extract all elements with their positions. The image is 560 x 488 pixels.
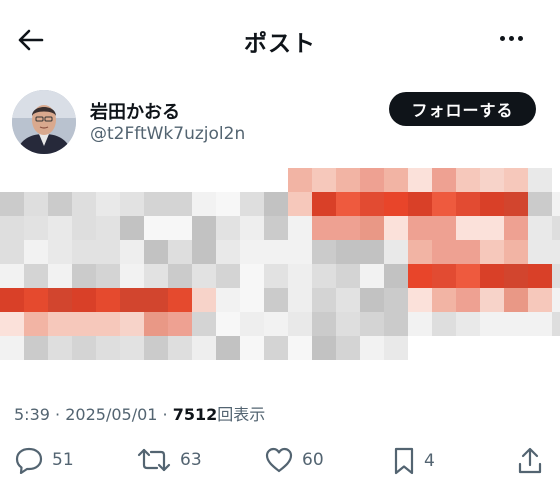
separator: · — [162, 405, 168, 424]
retweet-icon — [137, 448, 171, 472]
bookmark-count: 4 — [424, 451, 435, 471]
more-horizontal-icon — [518, 36, 523, 41]
retweet-button[interactable]: 63 — [136, 446, 202, 474]
post-date[interactable]: 2025/05/01 — [65, 405, 157, 424]
action-bar: 51 63 60 4 — [0, 446, 560, 480]
share-icon — [518, 447, 542, 474]
post-time[interactable]: 5:39 — [14, 405, 50, 424]
retweet-count: 63 — [180, 450, 202, 470]
reply-icon — [15, 447, 43, 474]
page-title: ポスト — [244, 31, 316, 57]
author-handle[interactable]: @t2FftWk7uzjol2n — [90, 124, 245, 144]
pixelated-mosaic-image — [0, 168, 560, 360]
like-button[interactable]: 60 — [264, 446, 324, 474]
reply-button[interactable]: 51 — [14, 446, 74, 474]
more-button[interactable] — [500, 36, 523, 41]
bookmark-icon — [394, 447, 414, 475]
bookmark-button[interactable]: 4 — [392, 446, 435, 476]
more-horizontal-icon — [509, 36, 514, 41]
share-button[interactable] — [516, 446, 544, 476]
views-count: 7512 — [172, 405, 218, 424]
post-image[interactable] — [0, 168, 560, 360]
author-name[interactable]: 岩田かおる — [90, 98, 180, 124]
avatar[interactable] — [12, 90, 76, 154]
profile-photo-icon — [12, 90, 76, 154]
follow-button[interactable]: フォローする — [389, 92, 536, 126]
heart-icon — [265, 447, 293, 473]
reply-count: 51 — [52, 450, 74, 470]
separator: · — [55, 405, 61, 424]
views-label: 回表示 — [217, 405, 266, 424]
post-timestamp: 5:39 · 2025/05/01 · 7512回表示 — [14, 401, 265, 425]
more-horizontal-icon — [500, 36, 505, 41]
like-count: 60 — [302, 450, 324, 470]
top-bar: ポスト — [0, 0, 560, 80]
